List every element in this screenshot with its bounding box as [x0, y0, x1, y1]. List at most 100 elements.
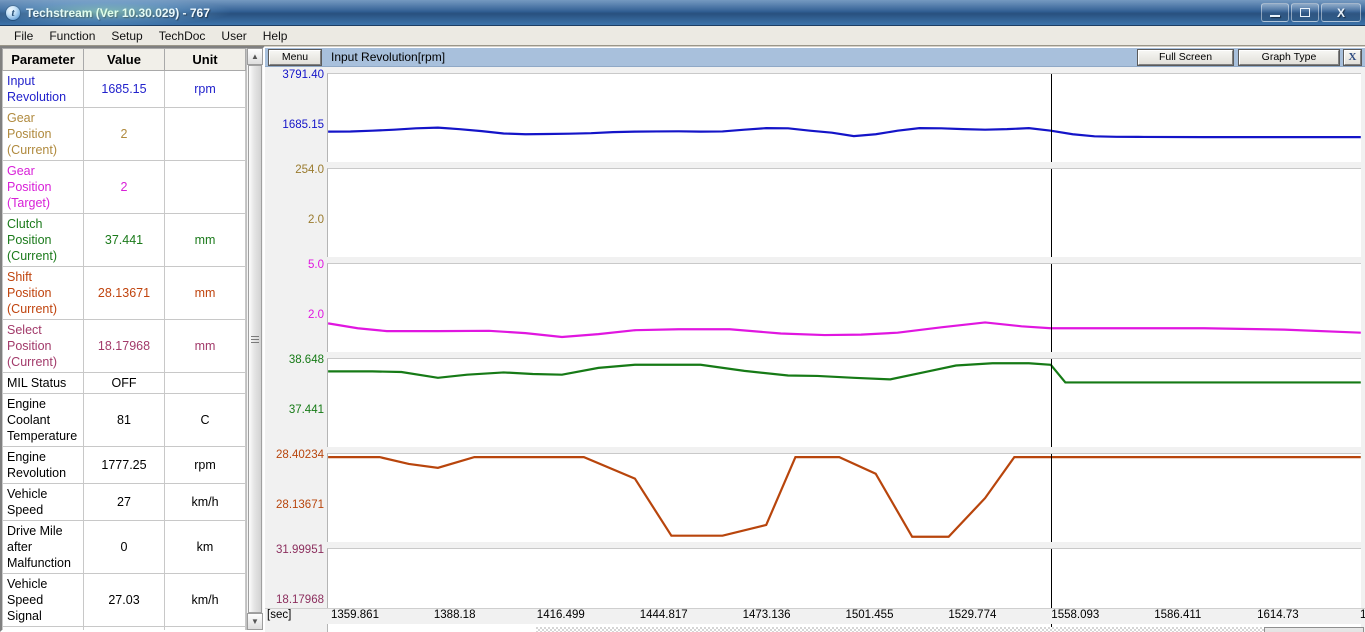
- graph-title: Input Revolution[rpm]: [331, 50, 1138, 64]
- graph-panel: Menu Input Revolution[rpm]Full Screen Grap…: [265, 47, 1365, 142]
- maximize-button[interactable]: [1291, 3, 1319, 22]
- parameter-name-cell: Clutch Position (Current): [3, 214, 84, 267]
- menu-item-function[interactable]: Function: [41, 27, 103, 45]
- time-axis-tick: 1359.861: [331, 609, 379, 621]
- table-row[interactable]: Shift Position (Current)28.13671mm: [3, 267, 246, 320]
- y-axis-tick: 28.13671: [276, 499, 324, 511]
- graph-menu-button[interactable]: Menu: [269, 50, 321, 65]
- parameter-name-cell: Gear Position (Current): [3, 108, 84, 161]
- time-axis-unit-label: [sec]: [267, 609, 291, 621]
- parameter-name-cell: Engine Coolant Temperature: [3, 394, 84, 447]
- window-title: Techstream (Ver 10.30.029) - 767: [26, 6, 210, 20]
- parameter-unit-cell: km/h: [165, 574, 246, 627]
- maximize-icon: [1300, 8, 1310, 17]
- window-title-bar[interactable]: t Techstream (Ver 10.30.029) - 767 X: [0, 0, 1365, 26]
- parameter-value-cell: 2: [84, 161, 165, 214]
- parameter-name-cell: Drive Mile after Malfunction: [3, 521, 84, 574]
- graph-trace-line: [328, 322, 1361, 337]
- parameter-unit-cell: [165, 627, 246, 631]
- y-axis-tick: 38.648: [289, 354, 324, 366]
- menu-item-help[interactable]: Help: [255, 27, 296, 45]
- table-row[interactable]: Clutch Position (Current)37.441mm: [3, 214, 246, 267]
- graph-trace-line: [328, 457, 1361, 537]
- time-axis-tick: 1643.049: [1360, 609, 1365, 621]
- parameter-name-cell: Current Gear Position: [3, 627, 84, 631]
- table-row[interactable]: MIL StatusOFF: [3, 373, 246, 394]
- parameter-name-cell: Input Revolution: [3, 71, 84, 108]
- parameter-name-cell: Engine Revolution: [3, 447, 84, 484]
- parameter-value-cell: 2nd: [84, 627, 165, 631]
- y-axis-tick: 31.99951: [276, 544, 324, 556]
- timeline-scroll-thumb[interactable]: [1264, 627, 1364, 632]
- timeline-scrollbar[interactable]: [528, 626, 1365, 632]
- table-row[interactable]: Current Gear Position2nd: [3, 627, 246, 631]
- time-axis: [sec] 1359.8611388.181416.4991444.817147…: [265, 608, 1365, 624]
- menu-item-techdoc[interactable]: TechDoc: [151, 27, 214, 45]
- parameter-value-cell: 27: [84, 484, 165, 521]
- column-header-value[interactable]: Value: [84, 49, 165, 71]
- parameter-value-cell: 0: [84, 521, 165, 574]
- table-row[interactable]: Drive Mile after Malfunction0km: [3, 521, 246, 574]
- time-axis-tick: 1444.817: [640, 609, 688, 621]
- table-row[interactable]: Input Revolution1685.15rpm: [3, 71, 246, 108]
- y-axis-tick: 5.0: [308, 259, 324, 271]
- parameter-unit-cell: mm: [165, 214, 246, 267]
- parameter-table: Parameter Value Unit Input Revolution168…: [2, 48, 246, 630]
- y-axis-tick: 28.40234: [276, 449, 324, 461]
- minimize-button[interactable]: [1261, 3, 1289, 22]
- parameter-unit-cell: rpm: [165, 71, 246, 108]
- y-axis-tick: 3791.40: [282, 69, 324, 81]
- time-axis-tick: 1614.73: [1257, 609, 1299, 621]
- time-axis-tick: 1501.455: [846, 609, 894, 621]
- parameter-unit-cell: C: [165, 394, 246, 447]
- menu-item-file[interactable]: File: [6, 27, 41, 45]
- parameter-unit-cell: km/h: [165, 484, 246, 521]
- parameter-table-body: Input Revolution1685.15rpmGear Position …: [3, 71, 246, 631]
- app-icon: t: [5, 5, 21, 21]
- parameter-value-cell: 28.13671: [84, 267, 165, 320]
- scrollbar-thumb[interactable]: [248, 65, 262, 613]
- scroll-down-icon[interactable]: ▼: [247, 613, 263, 630]
- graph-stack: Menu Input Revolution[rpm]Full Screen Grap…: [265, 46, 1365, 632]
- parameter-unit-cell: [165, 108, 246, 161]
- full-screen-button[interactable]: Full Screen: [1138, 50, 1233, 65]
- table-row[interactable]: Select Position (Current)18.17968mm: [3, 320, 246, 373]
- time-axis-tick: 1416.499: [537, 609, 585, 621]
- parameter-unit-cell: mm: [165, 320, 246, 373]
- parameter-table-scrollbar[interactable]: ▲ ▼: [246, 48, 263, 630]
- graph-type-button[interactable]: Graph Type: [1239, 50, 1339, 65]
- table-row[interactable]: Gear Position (Target)2: [3, 161, 246, 214]
- parameter-unit-cell: km: [165, 521, 246, 574]
- parameter-value-cell: 27.03: [84, 574, 165, 627]
- menu-item-user[interactable]: User: [213, 27, 254, 45]
- column-header-unit[interactable]: Unit: [165, 49, 246, 71]
- table-row[interactable]: Engine Revolution1777.25rpm: [3, 447, 246, 484]
- table-row[interactable]: Vehicle Speed Signal27.03km/h: [3, 574, 246, 627]
- table-row[interactable]: Gear Position (Current)2: [3, 108, 246, 161]
- scroll-up-icon[interactable]: ▲: [247, 48, 263, 65]
- table-row[interactable]: Engine Coolant Temperature81C: [3, 394, 246, 447]
- time-axis-tick: 1473.136: [743, 609, 791, 621]
- table-row[interactable]: Vehicle Speed27km/h: [3, 484, 246, 521]
- menu-item-setup[interactable]: Setup: [103, 27, 150, 45]
- parameter-value-cell: 2: [84, 108, 165, 161]
- minimize-icon: [1270, 15, 1280, 17]
- parameter-unit-cell: [165, 161, 246, 214]
- close-button[interactable]: X: [1321, 3, 1361, 22]
- parameter-unit-cell: rpm: [165, 447, 246, 484]
- menu-bar: File Function Setup TechDoc User Help: [0, 26, 1365, 46]
- parameter-value-cell: 1777.25: [84, 447, 165, 484]
- parameter-table-panel: Parameter Value Unit Input Revolution168…: [0, 46, 265, 632]
- parameter-value-cell: 81: [84, 394, 165, 447]
- parameter-table-scroll-area: Parameter Value Unit Input Revolution168…: [2, 48, 246, 630]
- y-axis-tick: 1685.15: [282, 119, 324, 131]
- y-axis-tick: 37.441: [289, 404, 324, 416]
- graph-close-button[interactable]: X: [1344, 50, 1361, 65]
- time-axis-tick: 1586.411: [1154, 609, 1201, 621]
- parameter-value-cell: OFF: [84, 373, 165, 394]
- graph-trace-line: [328, 128, 1361, 138]
- scrollbar-track[interactable]: [247, 65, 263, 613]
- column-header-parameter[interactable]: Parameter: [3, 49, 84, 71]
- timeline-scroll-track[interactable]: [536, 627, 1364, 632]
- parameter-name-cell: Shift Position (Current): [3, 267, 84, 320]
